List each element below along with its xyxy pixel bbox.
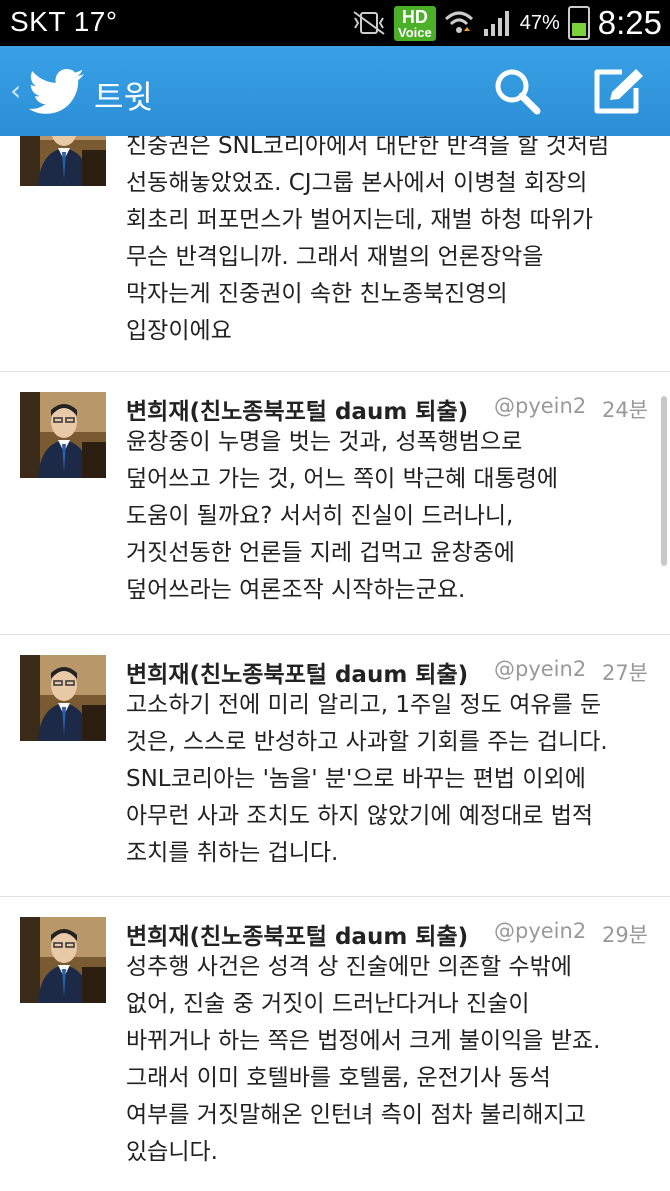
clock: 8:25 bbox=[597, 4, 662, 41]
voice-label: Voice bbox=[398, 24, 432, 40]
battery-percent: 47% bbox=[519, 11, 560, 34]
tweet-text-line: 없어, 진술 중 거짓이 드러난다거나 진술이 bbox=[126, 991, 530, 1017]
tweet-text-line: 덮어쓰고 가는 것, 어느 쪽이 박근혜 대통령에 bbox=[126, 466, 559, 492]
hd-label: HD bbox=[401, 6, 428, 27]
tweet-timestamp: 27분 bbox=[601, 661, 648, 685]
tweet-text-line: 막자는게 진중권이 속한 친노종북진영의 bbox=[126, 281, 508, 307]
tweet-timeline[interactable]: 진중권은 SNL코리아에서 대단한 반격을 할 것처럼 선동해놓았었죠. CJ그… bbox=[0, 136, 670, 1191]
search-icon[interactable] bbox=[492, 66, 542, 116]
tweet-timestamp: 29분 bbox=[601, 923, 648, 947]
action-bar: ‹ 트윗 bbox=[0, 46, 670, 136]
carrier-temperature: SKT 17° bbox=[10, 6, 118, 37]
wifi-icon bbox=[444, 11, 473, 33]
status-bar: SKT 17° HD Voice 47% 8:25 bbox=[0, 0, 670, 46]
avatar[interactable] bbox=[20, 392, 106, 478]
chevron-left-icon[interactable]: ‹ bbox=[10, 74, 21, 107]
tweet-text-line: 입장이에요 bbox=[126, 318, 232, 344]
author-name[interactable]: 변희재(친노종북포털 daum 퇴출) bbox=[126, 917, 468, 951]
page-title: 트윗 bbox=[94, 78, 153, 116]
tweet-text-line: 진중권은 SNL코리아에서 대단한 반격을 할 것처럼 bbox=[126, 136, 610, 159]
tweet-item[interactable]: 변희재(친노종북포털 daum 퇴출) @pyein2 24분 윤창중이 누명을… bbox=[0, 372, 670, 635]
tweet-text-line: 도움이 될까요? 서서히 진실이 드러나니, bbox=[126, 503, 514, 529]
author-handle[interactable]: @pyein2 bbox=[494, 657, 586, 681]
tweet-header: 변희재(친노종북포털 daum 퇴출) @pyein2 29분 bbox=[126, 917, 652, 953]
tweet-timestamp: 24분 bbox=[601, 398, 648, 422]
tweet-text-line: 덮어쓰라는 여론조작 시작하는군요. bbox=[126, 577, 466, 603]
author-name[interactable]: 변희재(친노종북포털 daum 퇴출) bbox=[126, 655, 468, 689]
hd-voice-icon: HD Voice bbox=[394, 5, 436, 41]
tweet-text-line: 조치를 취하는 겁니다. bbox=[126, 840, 339, 866]
tweet-header: 변희재(친노종북포털 daum 퇴출) @pyein2 27분 bbox=[126, 655, 652, 691]
tweet-text-line: 있습니다. bbox=[126, 1139, 218, 1165]
tweet-text-line: 것은, 스스로 반성하고 사과할 기회를 주는 겁니다. bbox=[126, 729, 608, 755]
author-handle[interactable]: @pyein2 bbox=[494, 919, 586, 943]
avatar[interactable] bbox=[20, 136, 106, 186]
tweet-text-line: 윤창중이 누명을 벗는 것과, 성폭행범으로 bbox=[126, 429, 523, 455]
tweet-text-line: 아무런 사과 조치도 하지 않았기에 예정대로 법적 bbox=[126, 803, 594, 829]
vibrate-mute-icon bbox=[353, 11, 385, 35]
battery-icon bbox=[567, 6, 590, 40]
signal-icon bbox=[483, 11, 509, 36]
tweet-text-line: 무슨 반격입니까. 그래서 재벌의 언론장악을 bbox=[126, 244, 544, 270]
avatar[interactable] bbox=[20, 917, 106, 1003]
tweet-text-line: 고소하기 전에 미리 알리고, 1주일 정도 여유를 둔 bbox=[126, 692, 602, 718]
tweet-text-line: 거짓선동한 언론들 지레 겁먹고 윤창중에 bbox=[126, 540, 515, 566]
tweet-text: 윤창중이 누명을 벗는 것과, 성폭행범으로 덮어쓰고 가는 것, 어느 쪽이 … bbox=[126, 424, 656, 609]
status-icons: HD Voice 47% 8:25 bbox=[352, 2, 662, 44]
tweet-text-line: 여부를 거짓말해온 인턴녀 측이 점차 불리해지고 bbox=[126, 1102, 586, 1128]
tweet-text-line: 회초리 퍼포먼스가 벌어지는데, 재벌 하청 따위가 bbox=[126, 207, 594, 233]
tweet-text: 고소하기 전에 미리 알리고, 1주일 정도 여유를 둔 것은, 스스로 반성하… bbox=[126, 687, 656, 872]
scrollbar[interactable] bbox=[661, 396, 667, 566]
tweet-text-line: SNL코리아는 '놈을' 분'으로 바꾸는 편법 이외에 bbox=[126, 766, 586, 792]
tweet-text: 진중권은 SNL코리아에서 대단한 반격을 할 것처럼 선동해놓았었죠. CJ그… bbox=[126, 136, 656, 350]
twitter-bird-icon[interactable] bbox=[28, 68, 86, 116]
author-handle[interactable]: @pyein2 bbox=[494, 394, 586, 418]
author-name[interactable]: 변희재(친노종북포털 daum 퇴출) bbox=[126, 392, 468, 426]
tweet-text-line: 그래서 이미 호텔바를 호텔룸, 운전기사 동석 bbox=[126, 1065, 551, 1091]
tweet-item[interactable]: 변희재(친노종북포털 daum 퇴출) @pyein2 29분 성추행 사건은 … bbox=[0, 897, 670, 1191]
avatar[interactable] bbox=[20, 655, 106, 741]
tweet-text-line: 선동해놓았었죠. CJ그룹 본사에서 이병철 회장의 bbox=[126, 170, 588, 196]
tweet-text-line: 성추행 사건은 성격 상 진술에만 의존할 수밖에 bbox=[126, 954, 572, 980]
compose-icon[interactable] bbox=[592, 66, 646, 116]
tweet-text-line: 바뀌거나 하는 쪽은 법정에서 크게 불이익을 받죠. bbox=[126, 1028, 601, 1054]
tweet-text: 성추행 사건은 성격 상 진술에만 의존할 수밖에 없어, 진술 중 거짓이 드… bbox=[126, 949, 656, 1171]
tweet-item[interactable]: 변희재(친노종북포털 daum 퇴출) @pyein2 27분 고소하기 전에 … bbox=[0, 635, 670, 897]
tweet-header: 변희재(친노종북포털 daum 퇴출) @pyein2 24분 bbox=[126, 392, 652, 428]
tweet-item[interactable]: 진중권은 SNL코리아에서 대단한 반격을 할 것처럼 선동해놓았었죠. CJ그… bbox=[0, 136, 670, 372]
